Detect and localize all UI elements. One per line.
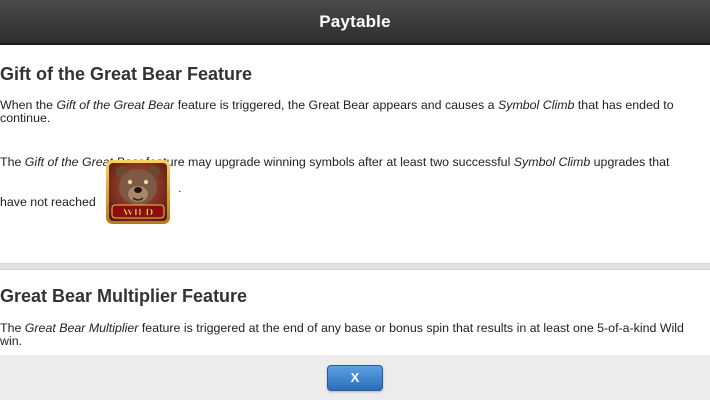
section-paragraph: The Great Bear Multiplier feature is tri… (0, 321, 684, 348)
page-title: Paytable (319, 11, 391, 31)
paytable-header: Paytable (0, 0, 710, 45)
wild-bear-symbol-icon: WILD (106, 160, 170, 224)
paytable-footer: X (0, 355, 710, 400)
gift-of-great-bear-section: Gift of the Great Bear Feature When the … (0, 45, 710, 264)
great-bear-multiplier-section: Great Bear Multiplier Feature The Great … (0, 269, 710, 355)
section-paragraph: When the Gift of the Great Bear feature … (0, 98, 674, 125)
wild-label: WILD (123, 207, 154, 219)
section-heading: Gift of the Great Bear Feature (0, 64, 253, 84)
paytable-content[interactable]: Gift of the Great Bear Feature When the … (0, 45, 710, 355)
close-button[interactable]: X (327, 364, 383, 391)
section-paragraph: The Gift of the Great Bear feature may u… (0, 155, 670, 209)
section-heading: Great Bear Multiplier Feature (0, 286, 248, 306)
sentence-end: . (178, 181, 182, 195)
